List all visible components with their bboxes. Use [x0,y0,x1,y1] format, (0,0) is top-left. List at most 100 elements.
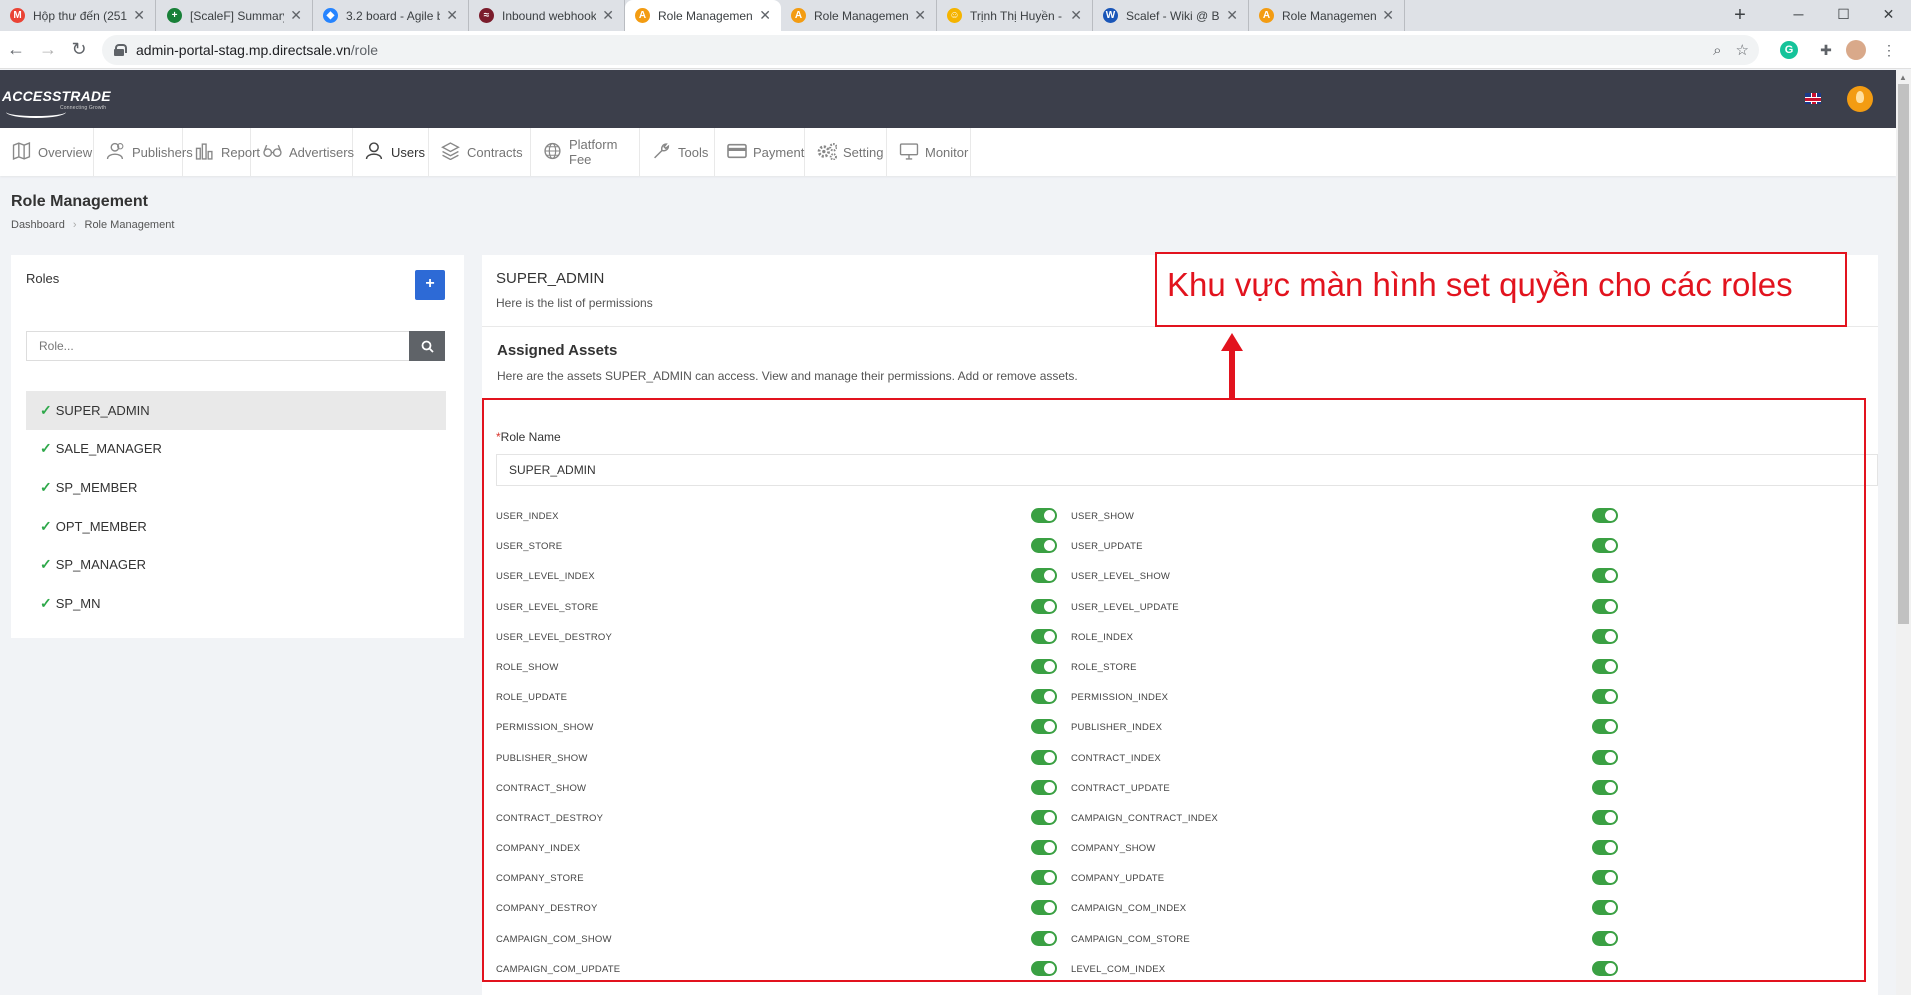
nav-contracts[interactable]: Contracts [429,128,531,176]
tab-close-icon[interactable]: ✕ [759,7,771,24]
nav-report[interactable]: Report [183,128,260,176]
browser-tab[interactable]: ☺ Trịnh Thị Huyền - Tài kh ✕ [937,0,1093,31]
assigned-assets-description: Here are the assets SUPER_ADMIN can acce… [497,369,1078,383]
tab-close-icon[interactable]: ✕ [1382,7,1394,24]
nav-tools[interactable]: Tools [640,128,715,176]
check-icon: ✓ [40,478,52,495]
back-button[interactable]: ← [4,38,28,62]
scroll-up-arrow-icon[interactable]: ▲ [1899,73,1907,82]
browser-tab-strip: M Hộp thư đến (251) - huy ✕ + [ScaleF] Summa… [0,0,1911,31]
check-icon: ✓ [40,556,52,573]
roles-panel: Roles + Role... ✓ SUPER_ADMIN ✓ SALE_MANAGE… [11,255,464,638]
browser-menu-icon[interactable]: ⋮ [1877,38,1901,62]
tab-close-icon[interactable]: ✕ [446,7,458,24]
browser-tab[interactable]: A Role Management ✕ [625,0,781,31]
tab-close-icon[interactable]: ✕ [290,7,302,24]
tab-favicon-icon: + [167,8,182,23]
nav-advertisers[interactable]: Advertisers [251,128,354,176]
logo-tagline: Connecting Growth [60,105,107,111]
tab-title: Role Management [658,8,754,23]
nav-payment[interactable]: Payment [715,128,805,176]
tab-close-icon[interactable]: ✕ [914,7,926,24]
uk-flag-icon[interactable] [1805,93,1821,104]
monitor-icon [899,142,919,163]
close-window-button[interactable]: ✕ [1866,0,1911,31]
tab-title: Hộp thư đến (251) - huy [33,8,128,23]
nav-setting[interactable]: Setting [805,128,887,176]
role-name: OPT_MEMBER [55,518,147,534]
tab-title: 3.2 board - Agile board [346,8,440,23]
scrollbar-thumb[interactable] [1898,84,1909,624]
role-list-item[interactable]: ✓ SALE_MANAGER [26,430,446,469]
role-list-item[interactable]: ✓ SP_MN [26,584,446,623]
browser-tab[interactable]: A Role Management ✕ [1249,0,1405,31]
tab-close-icon[interactable]: ✕ [133,7,145,24]
role-name: SALE_MANAGER [55,441,162,457]
permissions-subtitle: Here is the list of permissions [496,296,653,310]
assigned-assets-title: Assigned Assets [497,342,618,359]
maximize-button[interactable]: ☐ [1821,0,1866,31]
check-icon: ✓ [40,517,52,534]
forward-button[interactable]: → [36,38,60,62]
minimize-button[interactable]: ─ [1776,0,1821,31]
tab-favicon-icon: W [1103,8,1118,23]
roles-header: Roles [26,271,60,286]
tab-close-icon[interactable]: ✕ [602,7,614,24]
tab-close-icon[interactable]: ✕ [1070,7,1082,24]
breadcrumb: Dashboard › Role Management [11,219,174,231]
tab-favicon-icon: A [791,8,806,23]
user-avatar[interactable] [1847,86,1873,112]
role-list-item[interactable]: ✓ SUPER_ADMIN [26,391,446,430]
check-icon: ✓ [40,401,52,418]
role-list-item[interactable]: ✓ SP_MEMBER [26,468,446,507]
address-bar-row: ← → ↻ admin-portal-stag.mp.directsale.vn… [0,31,1911,69]
tab-title: Scalef - Wiki @ Base [1126,8,1220,23]
breadcrumb-dashboard[interactable]: Dashboard [11,219,65,231]
nav-label: Tools [678,144,709,160]
tab-close-icon[interactable]: ✕ [1226,7,1238,24]
browser-tab[interactable]: ◆ 3.2 board - Agile board ✕ [313,0,469,31]
browser-tab[interactable]: ≈ Inbound webhook conv ✕ [469,0,625,31]
zoom-icon[interactable]: ⌕ [1713,42,1721,59]
page-scrollbar[interactable]: ▲ [1896,70,1911,995]
map-icon [12,141,32,163]
annotation-arrow-up-icon [1221,333,1243,351]
url-input[interactable]: admin-portal-stag.mp.directsale.vn/role … [102,35,1759,65]
selected-role-title: SUPER_ADMIN [496,270,605,287]
gears-icon [817,142,838,163]
user-icon [365,141,385,163]
new-tab-button[interactable]: + [1727,3,1753,29]
logo-text: ACCESSTRADE [2,88,111,104]
annotation-arrow-shaft [1229,348,1235,398]
role-list-item[interactable]: ✓ OPT_MEMBER [26,507,446,546]
role-search-button[interactable] [409,331,445,361]
browser-tab[interactable]: A Role Management ✕ [781,0,937,31]
nav-publishers[interactable]: Publishers [94,128,193,176]
bookmark-star-icon[interactable]: ☆ [1736,41,1749,59]
extensions-puzzle-icon[interactable]: ✚ [1814,38,1838,62]
role-list-item[interactable]: ✓ SP_MANAGER [26,545,446,584]
tab-favicon-icon: ◆ [323,8,338,23]
nav-label: Payment [753,144,805,160]
reload-button[interactable]: ↻ [67,38,91,62]
browser-tab[interactable]: W Scalef - Wiki @ Base ✕ [1093,0,1249,31]
add-role-button[interactable]: + [415,270,445,300]
role-search-input[interactable]: Role... [26,331,410,361]
tab-favicon-icon: A [1259,8,1274,23]
nav-label: Monitor [925,144,969,160]
nav-overview[interactable]: Overview [0,128,94,176]
nav-monitor[interactable]: Monitor [887,128,971,176]
breadcrumb-current: Role Management [84,219,175,231]
browser-tab[interactable]: + [ScaleF] Summary Repo ✕ [157,0,313,31]
nav-users[interactable]: Users [353,128,429,176]
bar-chart-icon [195,142,215,163]
users-icon [106,142,126,163]
lock-icon [114,44,127,56]
profile-avatar[interactable] [1846,40,1866,60]
nav-platform-fee[interactable]: Platform Fee [531,128,640,176]
tab-favicon-icon: A [635,8,650,23]
grammarly-extension-icon[interactable]: G [1780,41,1798,59]
main-navigation: Overview Publishers Report Advertisers Users… [0,128,1896,176]
browser-tab[interactable]: M Hộp thư đến (251) - huy ✕ [0,0,156,31]
tab-favicon-icon: ☺ [947,8,962,23]
